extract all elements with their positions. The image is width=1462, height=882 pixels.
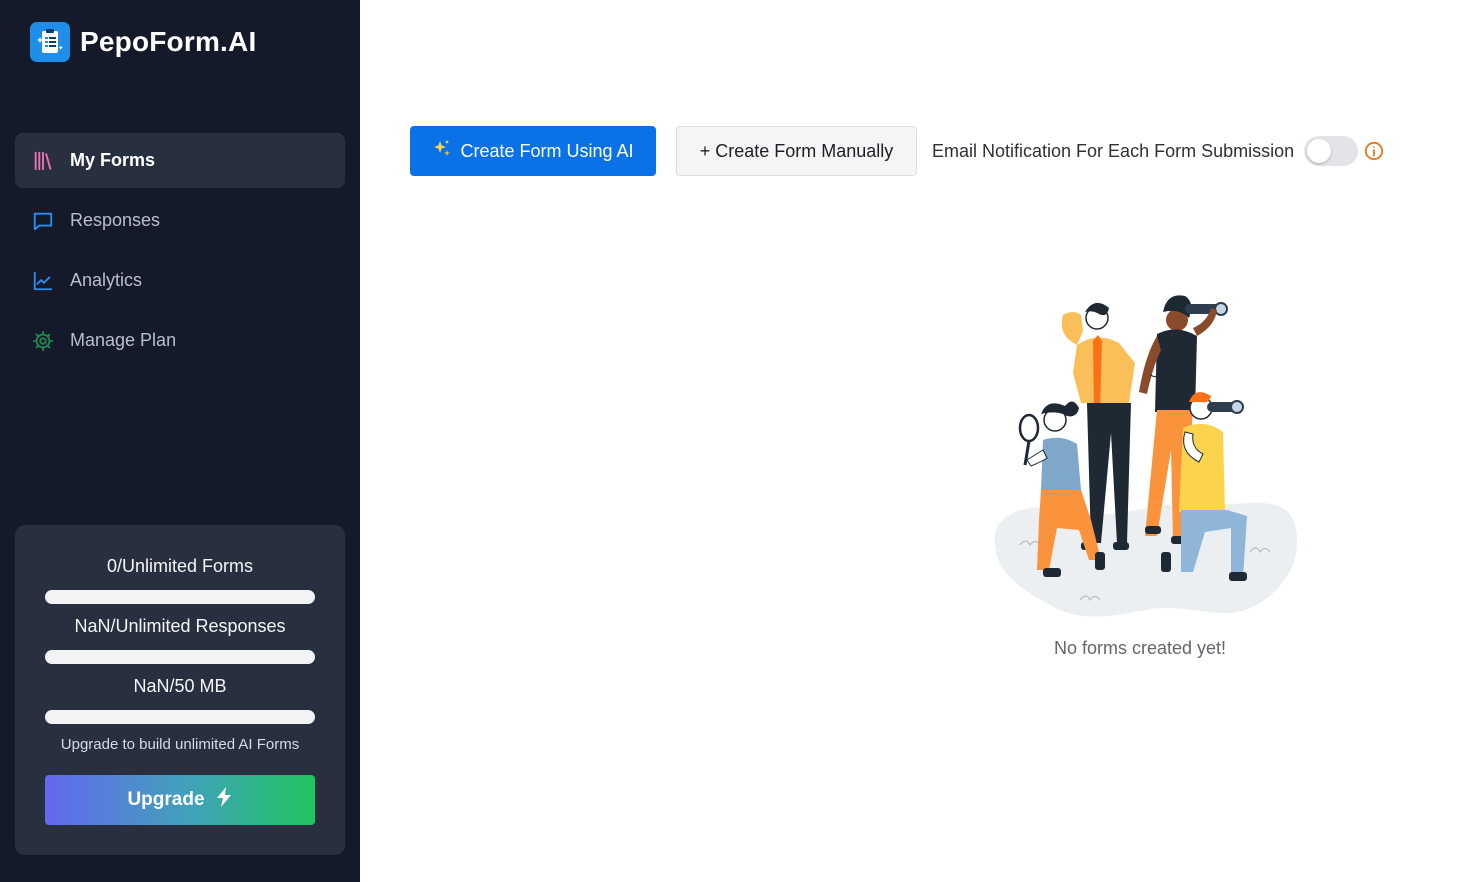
- form-clipboard-icon: [30, 22, 70, 62]
- sidebar-item-label: My Forms: [70, 150, 156, 170]
- line-chart-icon: [31, 269, 55, 293]
- usage-panel: 0/Unlimited Forms NaN/Unlimited Response…: [15, 525, 345, 855]
- create-form-ai-label: Create Form Using AI: [460, 140, 634, 161]
- sidebar-item-my-forms[interactable]: My Forms: [15, 133, 345, 188]
- brand-name: PepoForm.AI: [80, 26, 257, 57]
- info-circle-icon[interactable]: [1364, 141, 1384, 161]
- responses-usage-bar: [45, 650, 315, 664]
- email-notification-label: Email Notification For Each Form Submiss…: [932, 140, 1295, 161]
- lightning-bolt-icon: [215, 787, 233, 813]
- sidebar-item-label: Analytics: [70, 270, 143, 290]
- forms-usage-bar: [45, 590, 315, 604]
- sidebar-item-label: Responses: [70, 210, 161, 230]
- sidebar-item-analytics[interactable]: Analytics: [15, 253, 345, 308]
- email-notification-toggle[interactable]: [1304, 136, 1359, 166]
- upgrade-note: Upgrade to build unlimited AI Forms: [60, 736, 300, 753]
- chat-bubble-icon: [31, 209, 55, 233]
- sidebar-nav: My Forms Responses Analytics Manage Plan: [15, 133, 345, 373]
- create-form-ai-button[interactable]: Create Form Using AI: [410, 126, 656, 176]
- upgrade-button[interactable]: Upgrade: [45, 775, 315, 825]
- responses-usage-label: NaN/Unlimited Responses: [74, 616, 286, 636]
- create-form-manually-button[interactable]: + Create Form Manually: [676, 126, 917, 176]
- storage-usage-bar: [45, 710, 315, 724]
- empty-state-message: No forms created yet!: [1053, 638, 1227, 658]
- library-books-icon: [31, 149, 55, 173]
- sidebar-item-responses[interactable]: Responses: [15, 193, 345, 248]
- storage-usage-label: NaN/50 MB: [133, 676, 227, 696]
- upgrade-button-label: Upgrade: [127, 789, 205, 810]
- sidebar-item-manage-plan[interactable]: Manage Plan: [15, 313, 345, 368]
- brand[interactable]: PepoForm.AI: [30, 22, 256, 62]
- sidebar-item-label: Manage Plan: [70, 330, 177, 350]
- people-searching-illustration: [985, 290, 1305, 625]
- sidebar: PepoForm.AI My Forms Responses Analytics…: [0, 0, 360, 882]
- create-form-manually-label: + Create Form Manually: [699, 140, 894, 161]
- sparkles-icon: [432, 139, 452, 164]
- forms-usage-label: 0/Unlimited Forms: [106, 556, 254, 576]
- app-root: PepoForm.AI My Forms Responses Analytics…: [0, 0, 1462, 882]
- gear-icon: [31, 329, 55, 353]
- toggle-knob: [1307, 139, 1332, 163]
- toolbar: Create Form Using AI + Create Form Manua…: [410, 126, 1384, 176]
